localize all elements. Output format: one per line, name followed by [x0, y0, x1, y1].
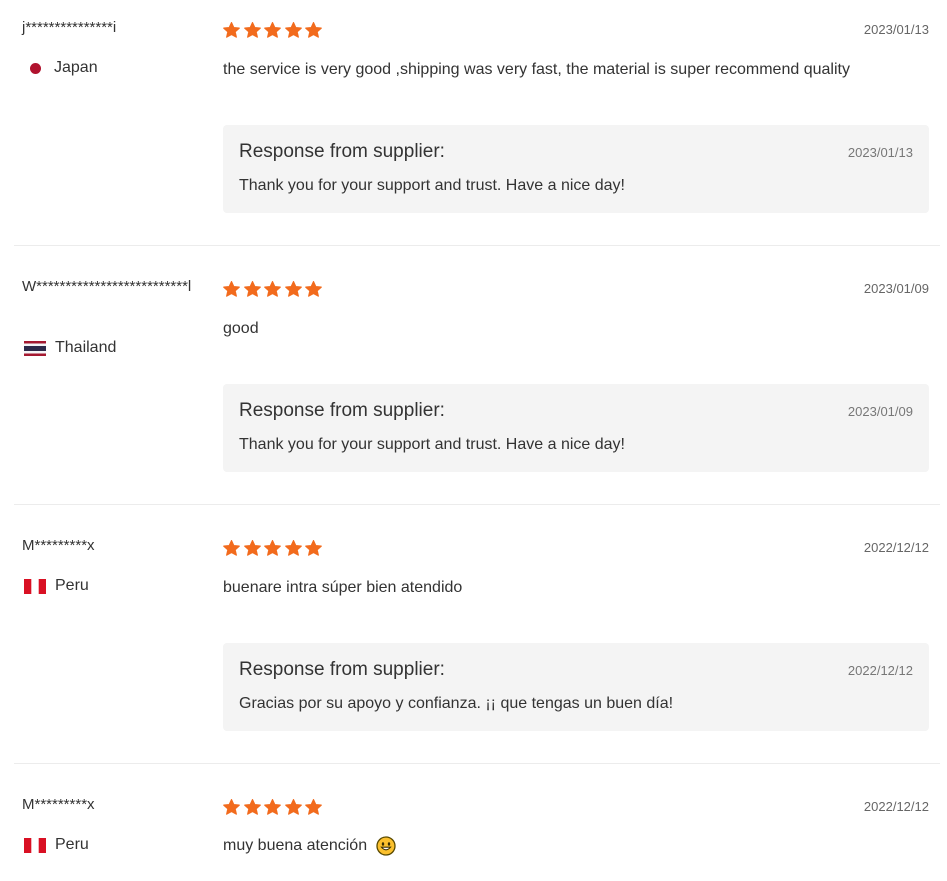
review-date: 2023/01/13 — [863, 22, 929, 37]
review-item: M*********x Peru 2022/12/12 muy buena at… — [0, 777, 947, 881]
peru-flag-icon — [24, 578, 46, 594]
reviewer-name: j***************i — [22, 19, 117, 36]
star-icon — [223, 798, 240, 815]
star-icon — [305, 280, 322, 297]
reviewer-country: Japan — [24, 59, 98, 77]
star-rating — [222, 21, 325, 40]
review-text: the service is very good ,shipping was v… — [223, 61, 850, 78]
reviewer-name: M*********x — [22, 796, 95, 813]
review-text: muy buena atención — [223, 836, 396, 856]
reviewer-country: Peru — [24, 577, 89, 595]
reviewer-name: W**************************l — [22, 278, 192, 295]
response-date: 2023/01/09 — [847, 404, 913, 419]
star-icon — [284, 280, 302, 297]
review-divider — [14, 245, 940, 246]
review-text: buenare intra súper bien atendido — [223, 579, 463, 596]
star-icon — [223, 21, 240, 38]
reviewer-country: Peru — [24, 836, 89, 854]
thailand-flag-icon — [24, 340, 46, 356]
country-name: Japan — [54, 59, 98, 76]
response-text: Thank you for your support and trust. Ha… — [239, 436, 625, 453]
japan-flag-icon — [30, 62, 41, 74]
review-text: good — [223, 320, 259, 337]
star-icon — [305, 21, 322, 38]
star-rating — [222, 798, 325, 817]
response-date: 2022/12/12 — [847, 663, 913, 678]
country-name: Peru — [55, 577, 89, 594]
review-divider — [14, 763, 940, 764]
peru-flag-icon — [24, 837, 46, 853]
reviewer-name: M*********x — [22, 537, 95, 554]
review-item: W**************************l Thailand 20… — [0, 259, 947, 505]
star-icon — [243, 21, 261, 38]
response-title: Response from supplier: — [239, 141, 445, 162]
star-icon — [264, 798, 281, 815]
star-rating — [222, 539, 325, 558]
response-title: Response from supplier: — [239, 659, 445, 680]
star-icon — [264, 539, 281, 556]
response-title: Response from supplier: — [239, 400, 445, 421]
supplier-response: Response from supplier: 2022/12/12 Graci… — [223, 643, 929, 731]
review-date: 2022/12/12 — [863, 799, 929, 814]
star-icon — [223, 539, 240, 556]
star-icon — [243, 539, 261, 556]
star-icon — [305, 798, 322, 815]
star-icon — [305, 539, 322, 556]
star-rating — [222, 280, 325, 299]
review-item: M*********x Peru 2022/12/12 buenare intr… — [0, 518, 947, 764]
supplier-response: Response from supplier: 2023/01/09 Thank… — [223, 384, 929, 472]
star-icon — [223, 280, 240, 297]
star-icon — [284, 539, 302, 556]
review-date: 2023/01/09 — [863, 281, 929, 296]
response-text: Gracias por su apoyo y confianza. ¡¡ que… — [239, 695, 674, 712]
review-item: j***************i Japan 2023/01/13 the s… — [0, 0, 947, 246]
country-name: Peru — [55, 836, 89, 853]
supplier-response: Response from supplier: 2023/01/13 Thank… — [223, 125, 929, 213]
reviewer-country: Thailand — [24, 339, 116, 357]
review-divider — [14, 504, 940, 505]
star-icon — [264, 280, 281, 297]
star-icon — [243, 280, 261, 297]
star-icon — [284, 798, 302, 815]
star-icon — [264, 21, 281, 38]
country-name: Thailand — [55, 339, 117, 356]
review-text-content: muy buena atención — [223, 837, 368, 855]
response-date: 2023/01/13 — [847, 145, 913, 160]
response-text: Thank you for your support and trust. Ha… — [239, 177, 625, 194]
star-icon — [243, 798, 261, 815]
review-date: 2022/12/12 — [863, 540, 929, 555]
grinning-face-emoji-icon — [375, 836, 396, 856]
star-icon — [284, 21, 302, 38]
